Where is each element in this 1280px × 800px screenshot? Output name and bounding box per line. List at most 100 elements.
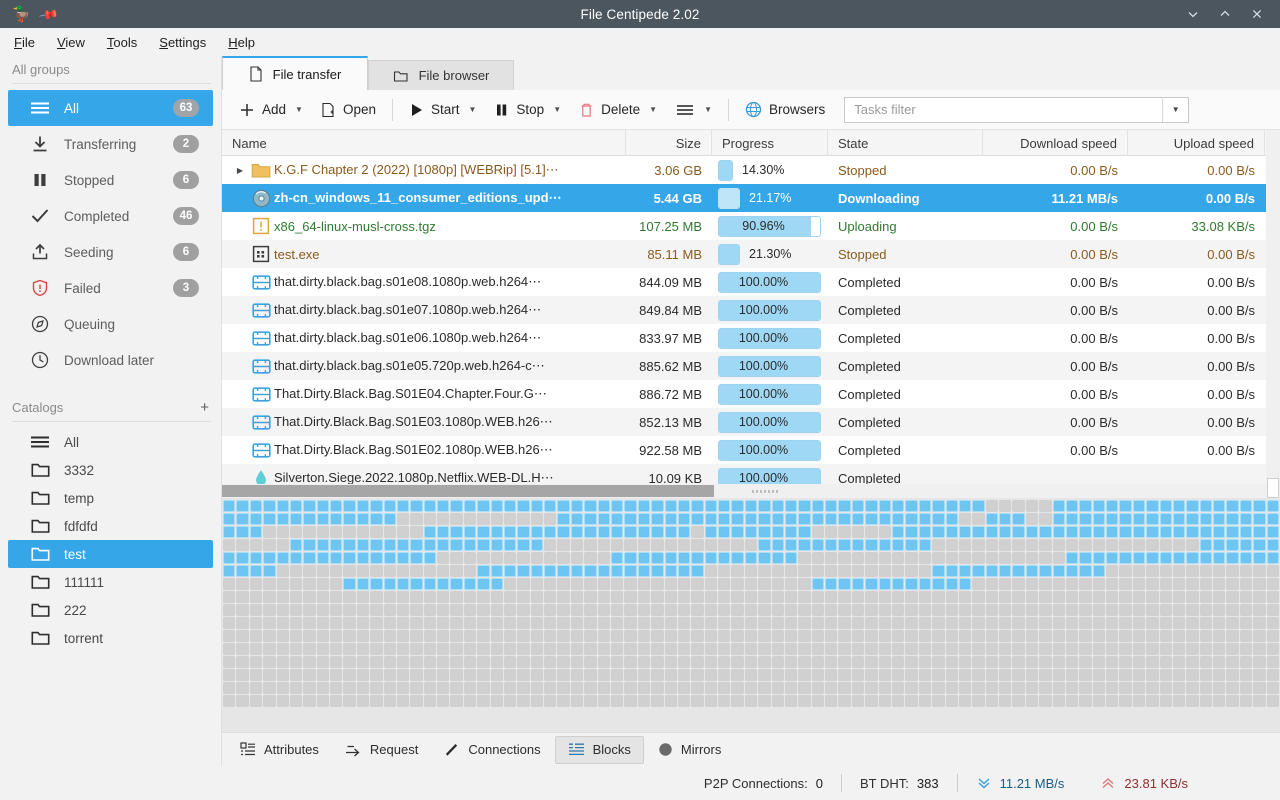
menu-settings[interactable]: Settings [159,35,206,50]
table-row[interactable]: That.Dirty.Black.Bag.S01E04.Chapter.Four… [222,380,1280,408]
vertical-scrollbar-thumb[interactable] [1267,478,1279,498]
block-cell [1133,526,1145,538]
column-header-download-speed[interactable]: Download speed [983,130,1128,156]
detail-tab-attributes[interactable]: Attributes [228,736,331,764]
chevron-down-icon[interactable]: ▼ [704,105,712,114]
table-row[interactable]: that.dirty.black.bag.s01e05.720p.web.h26… [222,352,1280,380]
block-cell [691,578,703,590]
sidebar-item-all[interactable]: All63 [8,90,213,126]
open-button[interactable]: Open [312,95,385,125]
detail-tab-connections[interactable]: Connections [432,736,552,764]
table-row[interactable]: That.Dirty.Black.Bag.S01E03.1080p.WEB.h2… [222,408,1280,436]
block-cell [892,682,904,694]
horizontal-scrollbar-thumb[interactable] [222,485,714,497]
chevron-down-icon[interactable]: ▼ [553,105,561,114]
block-cell [236,656,248,668]
catalog-item-3332[interactable]: 3332 [8,456,213,484]
column-header-size[interactable]: Size [626,130,712,156]
expand-chevron-icon[interactable]: ▶ [232,166,248,175]
block-cell [745,695,757,707]
block-cell [1200,617,1212,629]
sidebar-item-queuing[interactable]: Queuing [8,306,213,342]
horizontal-scrollbar[interactable] [222,484,1266,498]
block-cell [1026,526,1038,538]
vertical-scrollbar[interactable] [1266,130,1280,498]
cell-download-speed: 0.00 B/s [983,240,1128,268]
search-input[interactable] [854,102,1162,117]
table-row[interactable]: that.dirty.black.bag.s01e07.1080p.web.h2… [222,296,1280,324]
sidebar-item-completed[interactable]: Completed46 [8,198,213,234]
browsers-button[interactable]: Browsers [736,95,834,125]
block-cell [879,500,891,512]
menu-tools[interactable]: Tools [107,35,137,50]
block-cell [972,682,984,694]
table-row[interactable]: That.Dirty.Black.Bag.S01E02.1080p.WEB.h2… [222,436,1280,464]
table-row[interactable]: x86_64-linux-musl-cross.tgz107.25 MB90.9… [222,212,1280,240]
tasks-filter[interactable]: ▼ [844,97,1189,123]
block-cell [357,552,369,564]
table-row[interactable]: that.dirty.black.bag.s01e06.1080p.web.h2… [222,324,1280,352]
tab-file-browser[interactable]: File browser [368,60,514,90]
chevron-down-icon[interactable]: ▼ [295,105,303,114]
close-icon[interactable] [1242,1,1272,27]
block-cell [1079,617,1091,629]
delete-button-label: Delete [601,102,640,117]
plus-icon[interactable]: + [200,400,209,415]
block-cell [946,539,958,551]
minimize-icon[interactable] [1178,1,1208,27]
stop-button[interactable]: Stop ▼ [485,95,570,125]
catalog-item-torrent[interactable]: torrent [8,624,213,652]
menu-help[interactable]: Help [228,35,255,50]
block-cell [397,539,409,551]
block-cell [665,565,677,577]
chevron-down-icon[interactable]: ▼ [469,105,477,114]
sidebar-item-transferring[interactable]: Transferring2 [8,126,213,162]
column-header-upload-speed[interactable]: Upload speed [1128,130,1265,156]
block-cell [330,630,342,642]
block-cell [1160,643,1172,655]
column-header-state[interactable]: State [828,130,983,156]
block-cell [1066,526,1078,538]
menu-view[interactable]: View [57,35,85,50]
table-row[interactable]: test.exe85.11 MB21.30%Stopped0.00 B/s0.0… [222,240,1280,268]
detail-tab-blocks[interactable]: Blocks [555,736,644,764]
maximize-icon[interactable] [1210,1,1240,27]
block-cell [731,552,743,564]
catalog-item-test[interactable]: test [8,540,213,568]
block-cell [450,591,462,603]
sidebar-item-seeding[interactable]: Seeding6 [8,234,213,270]
blocks-grid[interactable] [222,500,1280,707]
pin-icon[interactable]: 📌 [38,4,59,24]
block-cell [571,669,583,681]
catalog-item-fdfdfd[interactable]: fdfdfd [8,512,213,540]
catalog-item-111111[interactable]: 111111 [8,568,213,596]
cell-download-speed: 0.00 B/s [983,212,1128,240]
sidebar-item-stopped[interactable]: Stopped6 [8,162,213,198]
start-button[interactable]: Start ▼ [400,95,485,125]
tab-file-transfer[interactable]: File transfer [222,56,368,90]
block-cell [691,669,703,681]
table-row[interactable]: that.dirty.black.bag.s01e08.1080p.web.h2… [222,268,1280,296]
block-cell [1253,526,1265,538]
catalog-item-all[interactable]: All [8,428,213,456]
cell-name: test.exe [222,240,626,268]
detail-tab-mirrors[interactable]: Mirrors [646,736,733,764]
table-row[interactable]: zh-cn_windows_11_consumer_editions_upd⋯5… [222,184,1280,212]
delete-button[interactable]: Delete ▼ [570,95,666,125]
catalog-item-222[interactable]: 222 [8,596,213,624]
sidebar-item-failed[interactable]: Failed3 [8,270,213,306]
detail-tab-request[interactable]: Request [333,736,430,764]
add-button[interactable]: Add ▼ [230,95,312,125]
sidebar-item-download-later[interactable]: Download later [8,342,213,378]
table-row[interactable]: ▶K.G.F Chapter 2 (2022) [1080p] [WEBRip]… [222,156,1280,184]
block-cell [250,591,262,603]
more-menu-button[interactable]: ▼ [666,95,721,125]
chevron-down-icon[interactable]: ▼ [1162,98,1188,122]
column-header-progress[interactable]: Progress [712,130,828,156]
block-cell [464,552,476,564]
chevron-down-icon[interactable]: ▼ [649,105,657,114]
column-header-name[interactable]: Name [222,130,626,156]
catalog-item-temp[interactable]: temp [8,484,213,512]
file-icon [249,66,263,82]
menu-file[interactable]: File [14,35,35,50]
